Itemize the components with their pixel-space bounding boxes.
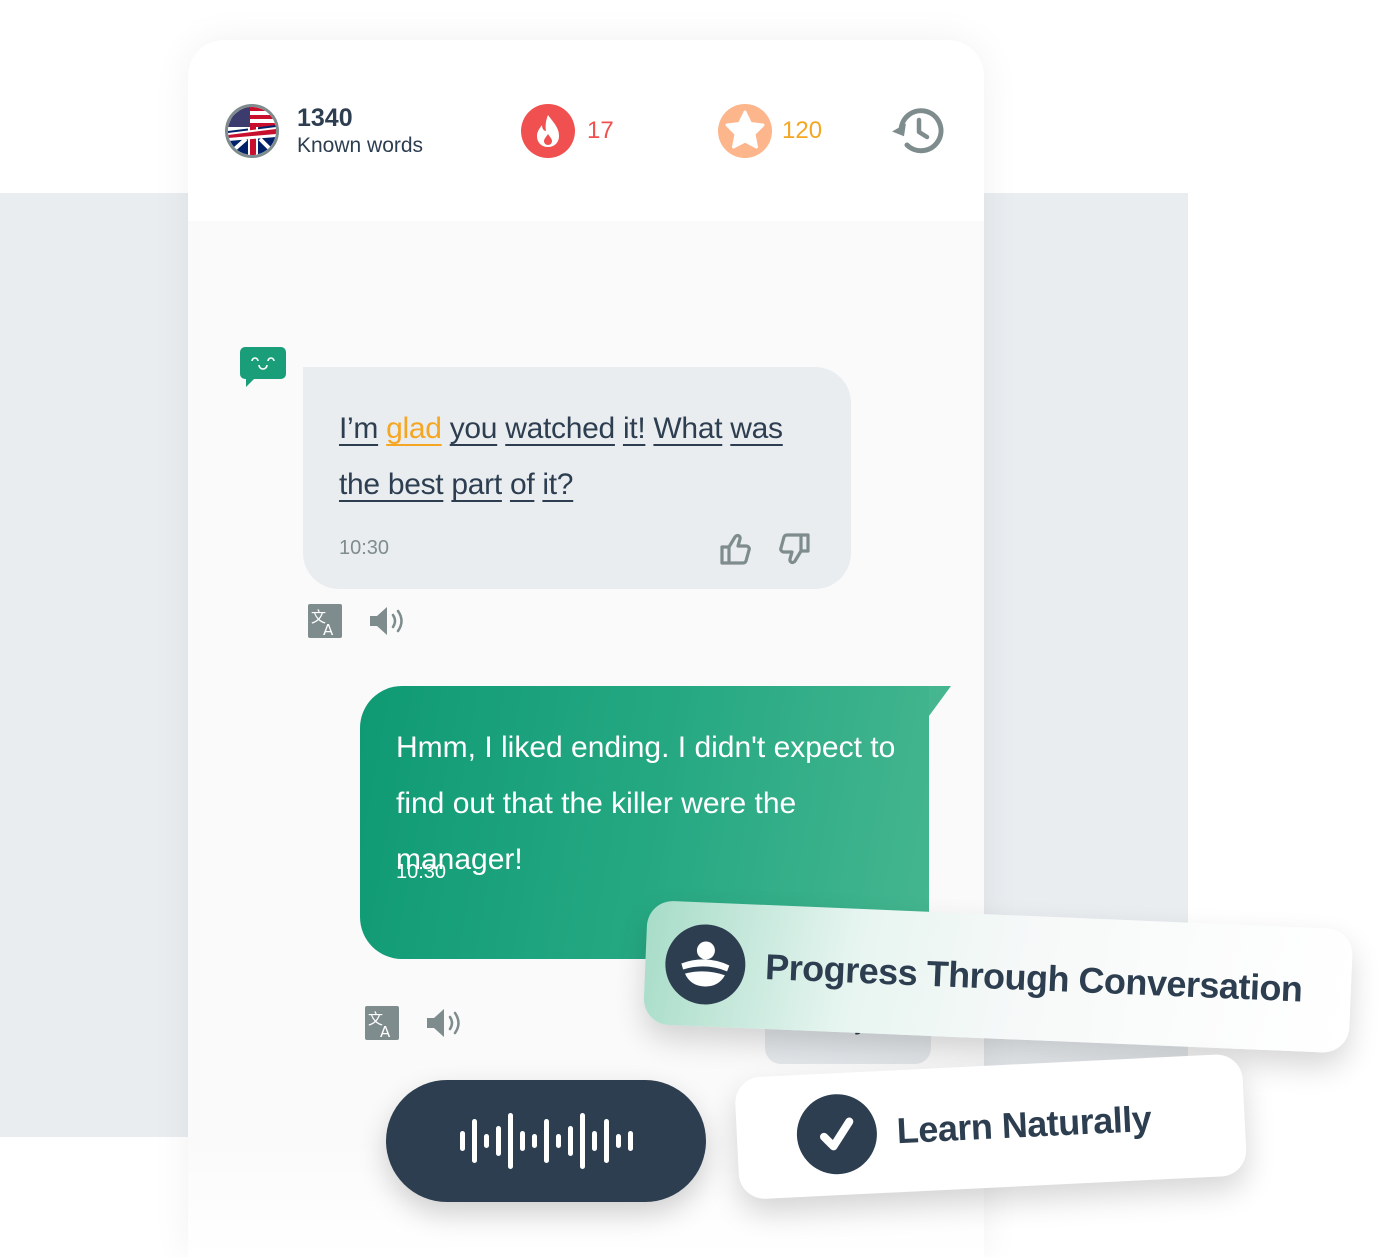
user-message-actions: 文 A (365, 1006, 465, 1040)
speaker-icon[interactable] (425, 1006, 465, 1040)
star-icon (718, 104, 772, 158)
word[interactable]: the best (339, 468, 444, 501)
flame-icon (521, 104, 575, 158)
svg-text:A: A (323, 621, 334, 638)
translate-icon[interactable]: 文 A (308, 604, 342, 638)
voice-waveform-icon (459, 1113, 633, 1169)
badge-learn-naturally: Learn Naturally (734, 1053, 1248, 1200)
word[interactable]: was (730, 412, 783, 445)
checkmark-icon (794, 1092, 879, 1177)
bot-message-text: I’m glad you watched it! What was the be… (339, 401, 809, 513)
word[interactable]: it? (542, 468, 573, 501)
points-stat[interactable]: 120 (718, 104, 822, 158)
thumbs-down-icon[interactable] (776, 531, 812, 567)
speaker-icon[interactable] (368, 604, 408, 638)
user-message-text: Hmm, I liked ending. I didn't expect to … (396, 731, 896, 876)
bot-message-bubble: I’m glad you watched it! What was the be… (303, 367, 851, 589)
history-clock-icon (892, 108, 944, 154)
svg-text:A: A (380, 1023, 391, 1040)
badge-label: Progress Through Conversation (764, 945, 1304, 1010)
word[interactable]: watched (505, 412, 615, 445)
bot-message-actions: 文 A (308, 604, 408, 638)
word[interactable]: of (510, 468, 535, 501)
us-uk-flag-icon (225, 103, 279, 158)
word[interactable]: it! (623, 412, 646, 445)
voice-record-button[interactable] (386, 1080, 706, 1202)
known-words-stat[interactable]: 1340 Known words (225, 103, 423, 158)
word[interactable]: you (450, 412, 498, 445)
translate-icon[interactable]: 文 A (365, 1006, 399, 1040)
known-words-count: 1340 (297, 104, 353, 132)
smiling-chat-bubble-icon (240, 347, 286, 387)
highlighted-word[interactable]: glad (386, 412, 442, 445)
thumbs-up-icon[interactable] (718, 531, 754, 567)
person-progress-icon (663, 922, 747, 1007)
bubble-tail (929, 686, 951, 716)
word[interactable]: What (653, 412, 722, 445)
streak-stat[interactable]: 17 (521, 104, 614, 158)
streak-count: 17 (587, 117, 614, 144)
badge-label: Learn Naturally (895, 1097, 1153, 1152)
points-count: 120 (782, 117, 823, 144)
word[interactable]: part (451, 468, 502, 501)
history-button[interactable] (891, 103, 947, 159)
user-message-time: 10:30 (396, 861, 447, 883)
word[interactable]: I’m (339, 412, 378, 445)
bot-message-time: 10:30 (339, 537, 390, 559)
known-words-label: Known words (297, 134, 424, 157)
